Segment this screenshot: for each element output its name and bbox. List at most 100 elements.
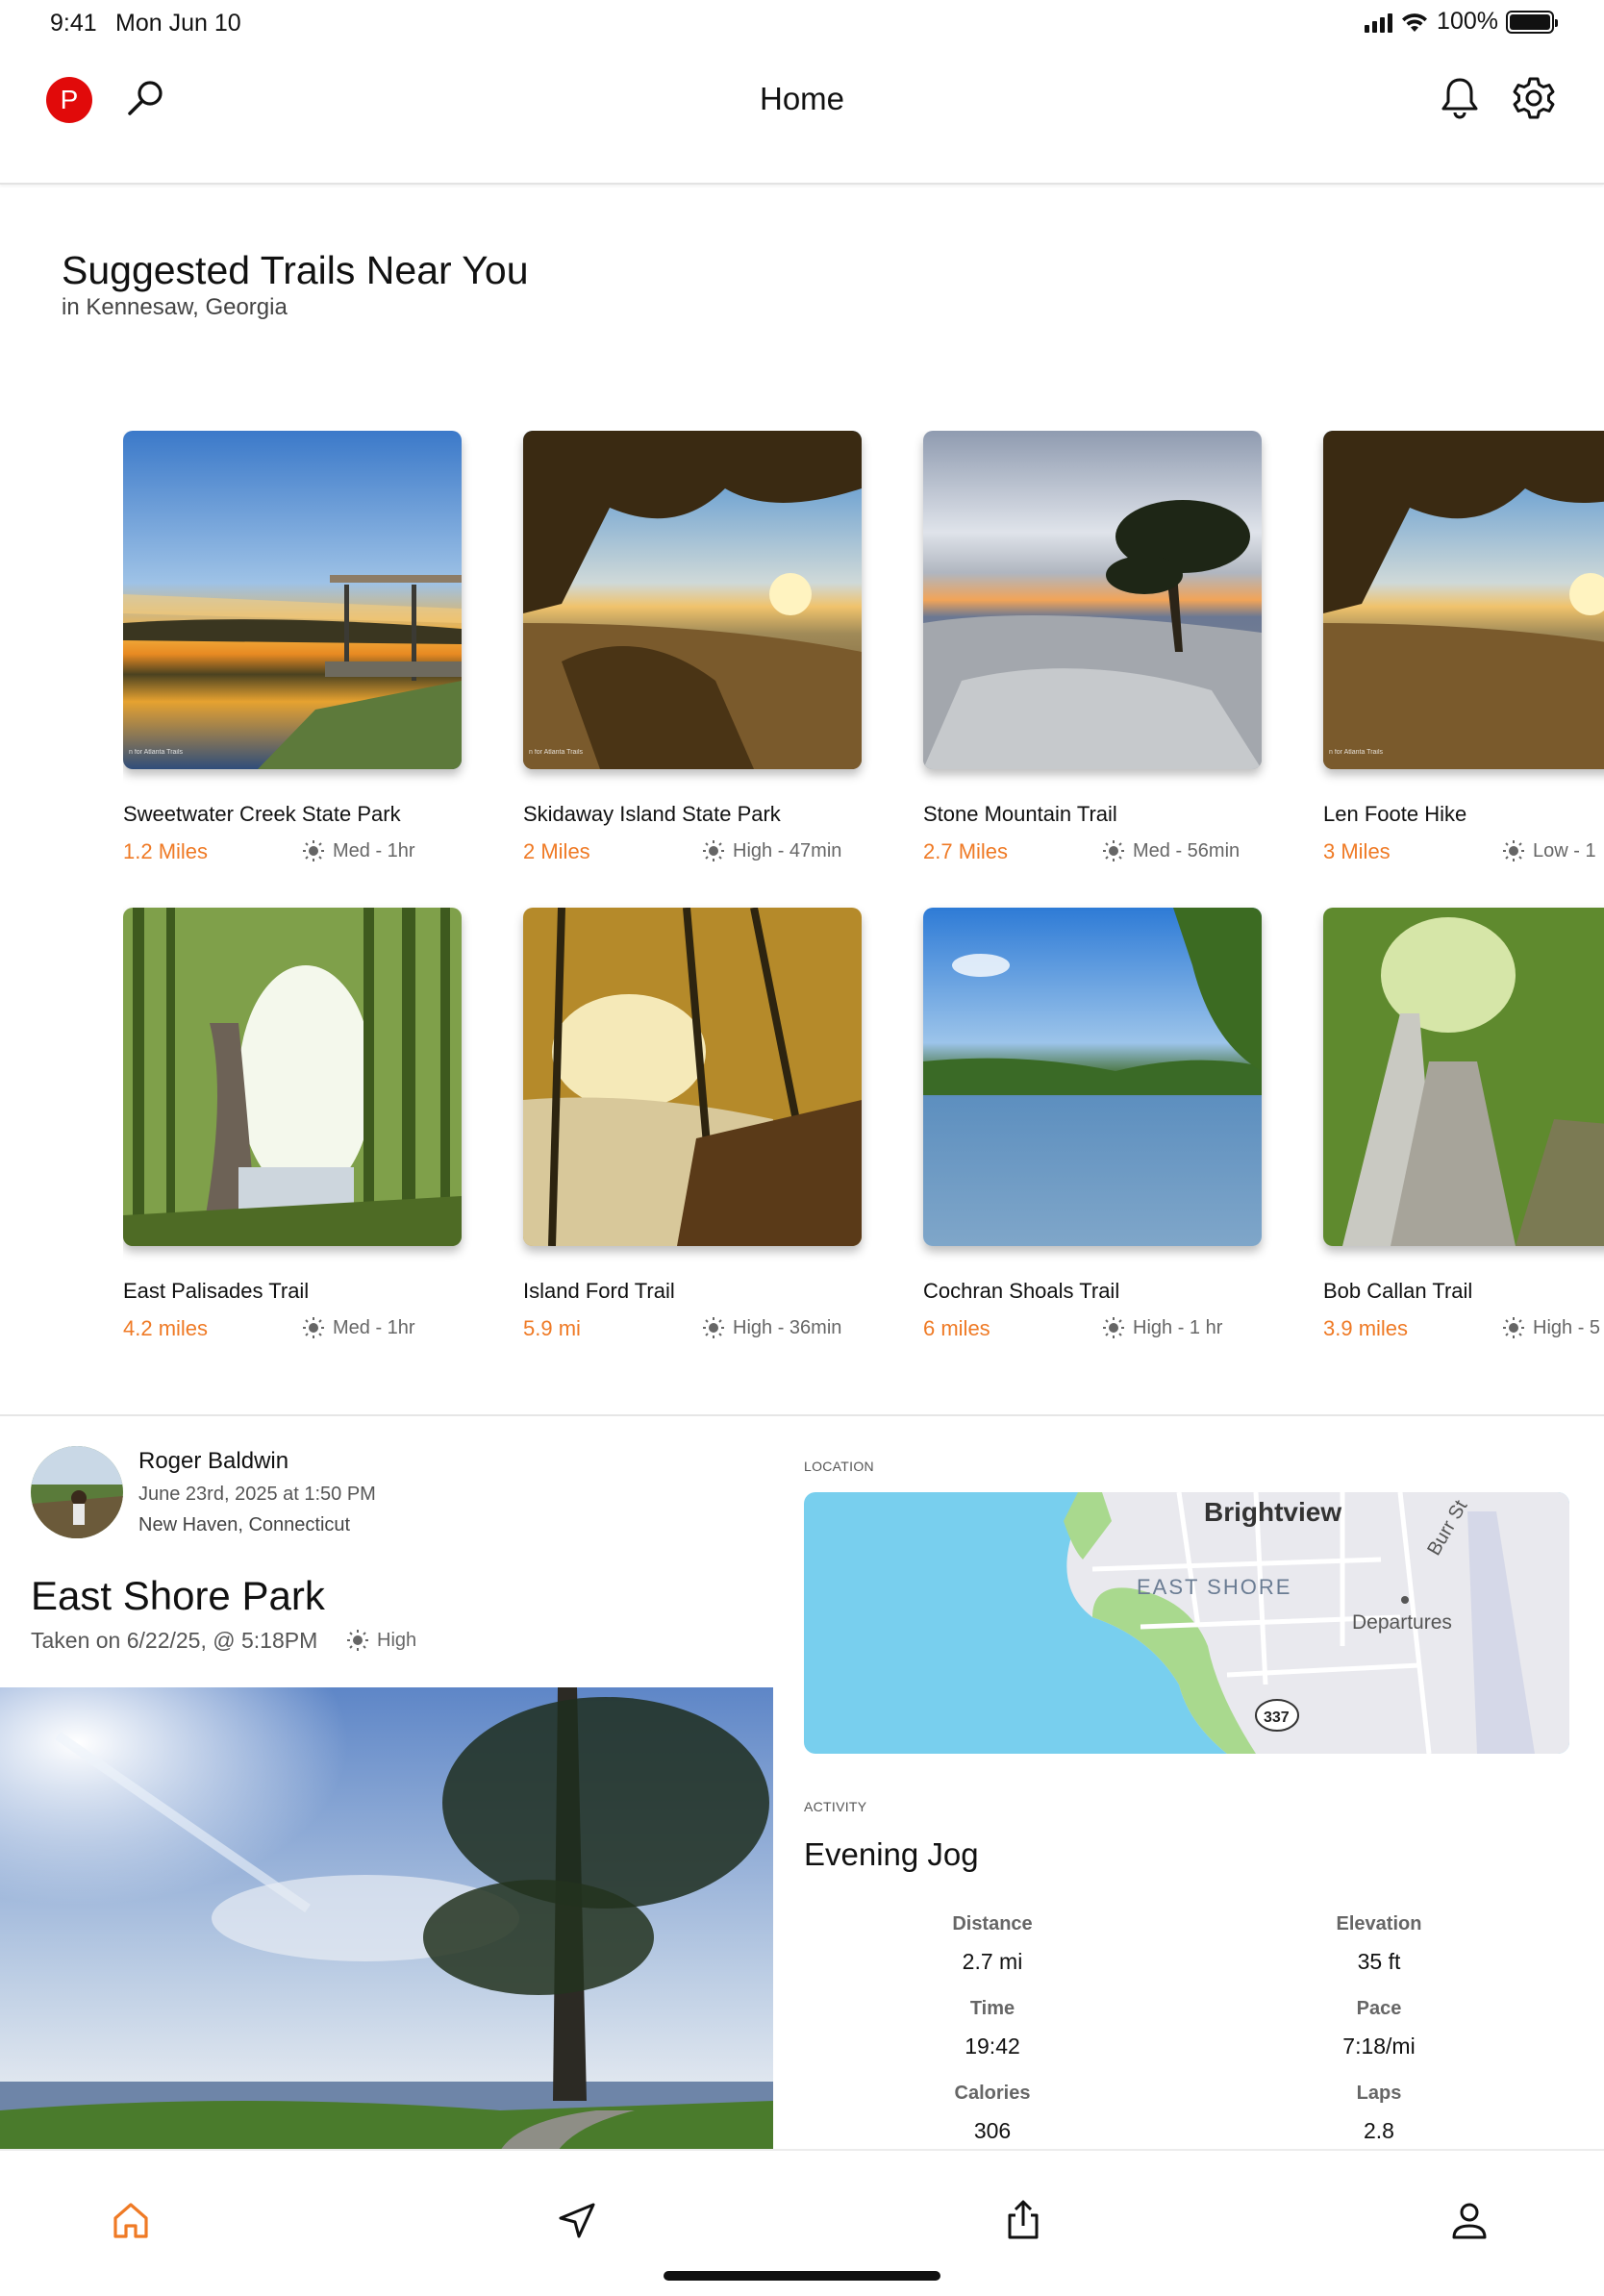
map-label-neighborhood: Brightview	[1204, 1497, 1341, 1527]
location-map[interactable]: Brightview EAST SHORE Departures Burr St…	[804, 1492, 1569, 1754]
stat-value: 2.7 mi	[962, 1949, 1023, 1974]
trail-card[interactable]: Stone Mountain Trail 2.7 Miles Med - 56m…	[923, 431, 1262, 863]
stat-value: 7:18/mi	[1342, 2034, 1416, 2059]
difficulty-text: High - 47min	[733, 839, 842, 861]
trail-distance: 1.2 Miles	[123, 839, 209, 863]
trail-photo[interactable]	[523, 908, 862, 1246]
trail-distance: 2.7 Miles	[923, 839, 1009, 863]
stat-label: Calories	[954, 2083, 1031, 2104]
post-difficulty: High	[346, 1629, 416, 1652]
trail-card[interactable]: Cochran Shoals Trail 6 miles High - 1 hr	[923, 908, 1262, 1340]
stat-laps: Laps 2.8	[1235, 2083, 1523, 2144]
activity-title: Evening Jog	[804, 1836, 979, 1872]
difficulty-text: Low - 1	[1533, 839, 1596, 861]
trail-photo[interactable]: n for Atlanta Trails	[123, 431, 462, 769]
map-label-area: EAST SHORE	[1137, 1575, 1291, 1599]
trail-name: Skidaway Island State Park	[523, 802, 781, 826]
trail-photo[interactable]	[923, 908, 1262, 1246]
difficulty-text: Med - 56min	[1133, 839, 1241, 861]
stat-label: Pace	[1356, 1998, 1402, 2019]
trail-name: Cochran Shoals Trail	[923, 1279, 1120, 1303]
stat-label: Distance	[952, 1913, 1033, 1934]
trail-difficulty: Med - 1hr	[302, 839, 415, 862]
trail-difficulty: Med - 1hr	[302, 1316, 415, 1339]
battery-percent: 100%	[1437, 8, 1498, 35]
difficulty-text: High - 36min	[733, 1316, 842, 1338]
trail-card[interactable]: Bob Callan Trail 3.9 miles High - 5	[1323, 908, 1604, 1340]
sun-icon	[303, 840, 324, 861]
post-date: June 23rd, 2025 at 1:50 PM	[138, 1484, 376, 1505]
navigate-icon	[559, 2203, 595, 2238]
trail-photo[interactable]: n for Atlanta Trails	[1323, 431, 1604, 769]
tab-share[interactable]	[994, 2191, 1052, 2249]
section-title: Suggested Trails Near You	[62, 248, 529, 292]
user-avatar[interactable]	[31, 1446, 123, 1538]
stat-pace: Pace 7:18/mi	[1235, 1998, 1523, 2059]
status-date: Mon Jun 10	[115, 10, 241, 37]
trail-photo[interactable]: n for Atlanta Trails	[523, 431, 862, 769]
map-route-badge: 337	[1264, 1710, 1290, 1726]
trail-name: Island Ford Trail	[523, 1279, 675, 1303]
trail-card[interactable]: Island Ford Trail 5.9 mi High - 36min	[523, 908, 862, 1340]
post-photo[interactable]	[0, 1687, 773, 2151]
trail-difficulty: Low - 1	[1502, 839, 1596, 862]
gear-icon[interactable]	[1509, 73, 1559, 123]
stat-value: 306	[973, 2118, 1012, 2143]
bell-icon[interactable]	[1435, 73, 1485, 123]
trail-card[interactable]: n for Atlanta Trails Len Foote Hike 3 Mi…	[1323, 431, 1604, 863]
sun-icon	[1103, 1317, 1124, 1338]
stat-label: Laps	[1356, 2083, 1402, 2104]
stat-value: 19:42	[965, 2034, 1020, 2059]
tab-profile[interactable]	[1441, 2191, 1498, 2249]
trail-name: Sweetwater Creek State Park	[123, 802, 401, 826]
section-subtitle: in Kennesaw, Georgia	[62, 294, 288, 320]
trail-difficulty: High - 36min	[702, 1316, 841, 1339]
difficulty-text: Med - 1hr	[333, 839, 415, 861]
activity-label: ACTIVITY	[804, 1799, 867, 1814]
home-icon	[113, 2203, 148, 2238]
cellular-icon	[1365, 12, 1393, 33]
sun-icon	[703, 1317, 724, 1338]
trail-carousel[interactable]: n for Atlanta Trails Sweetwater Creek St…	[123, 431, 1604, 1354]
home-indicator	[664, 2271, 940, 2281]
map-label-place: Departures	[1352, 1611, 1452, 1634]
trail-photo[interactable]	[1323, 908, 1604, 1246]
trail-card[interactable]: n for Atlanta Trails Sweetwater Creek St…	[123, 431, 462, 863]
sun-icon	[303, 1317, 324, 1338]
post-taken: Taken on 6/22/25, @ 5:18PM	[31, 1628, 318, 1653]
post-username[interactable]: Roger Baldwin	[138, 1448, 288, 1475]
trail-card[interactable]: East Palisades Trail 4.2 miles Med - 1hr	[123, 908, 462, 1340]
location-label: LOCATION	[804, 1459, 874, 1474]
trail-name: Stone Mountain Trail	[923, 802, 1117, 826]
trail-difficulty: High - 5	[1502, 1316, 1600, 1339]
page-title: Home	[759, 81, 845, 116]
stat-distance: Distance 2.7 mi	[848, 1913, 1137, 1975]
trail-name: East Palisades Trail	[123, 1279, 310, 1303]
profile-icon	[1452, 2203, 1487, 2239]
tab-navigate[interactable]	[548, 2191, 606, 2249]
trail-difficulty: Med - 56min	[1102, 839, 1240, 862]
trail-name: Bob Callan Trail	[1323, 1279, 1473, 1303]
trail-distance: 5.9 mi	[523, 1316, 581, 1340]
post-location: New Haven, Connecticut	[138, 1514, 351, 1535]
sun-icon	[347, 1630, 368, 1651]
trail-photo[interactable]	[123, 908, 462, 1246]
trail-card[interactable]: n for Atlanta Trails Skidaway Island Sta…	[523, 431, 862, 863]
status-bar: 9:41 Mon Jun 10 100%	[0, 0, 1604, 46]
post-title: East Shore Park	[31, 1573, 325, 1618]
difficulty-text: Med - 1hr	[333, 1316, 415, 1338]
sun-icon	[1503, 1317, 1524, 1338]
battery-icon	[1506, 10, 1558, 34]
sun-icon	[1503, 840, 1524, 861]
stat-elevation: Elevation 35 ft	[1235, 1913, 1523, 1975]
watermark: n for Atlanta Trails	[1329, 749, 1384, 756]
status-indicators: 100%	[1365, 8, 1558, 36]
sun-icon	[703, 840, 724, 861]
trail-distance: 3 Miles	[1323, 839, 1391, 863]
stat-calories: Calories 306	[848, 2083, 1137, 2144]
trail-difficulty: High - 47min	[702, 839, 841, 862]
tab-home[interactable]	[102, 2191, 160, 2249]
trail-photo[interactable]	[923, 431, 1262, 769]
watermark: n for Atlanta Trails	[129, 749, 184, 756]
stat-value: 35 ft	[1357, 1949, 1401, 1974]
